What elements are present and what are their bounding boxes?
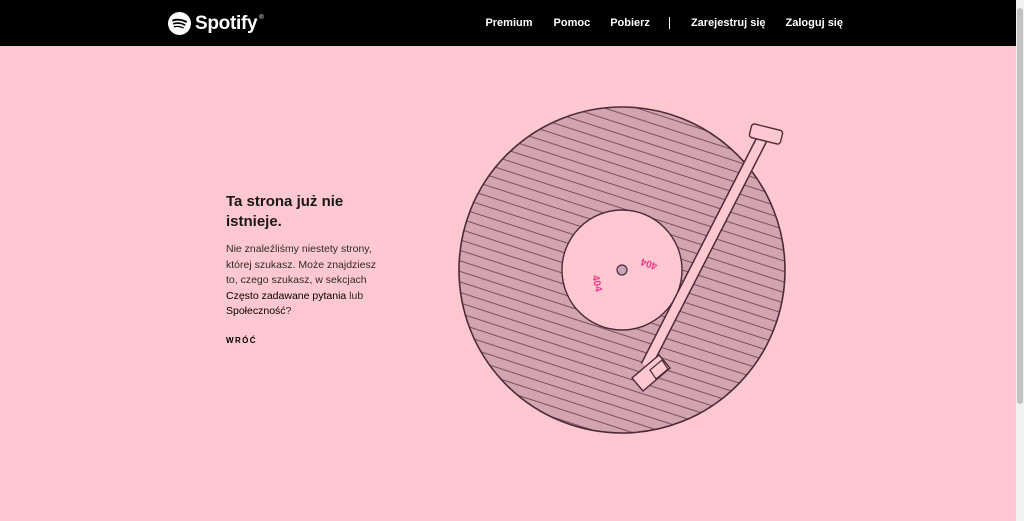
nav-divider <box>668 17 670 29</box>
community-link[interactable]: Społeczność <box>226 305 286 317</box>
record-spindle <box>616 264 628 276</box>
scrollbar-thumb[interactable] <box>1017 8 1023 404</box>
main-nav: Premium Pomoc Pobierz Zarejestruj się Za… <box>485 0 843 46</box>
vinyl-record-illustration: 404 404 <box>458 106 786 434</box>
nav-download-link[interactable]: Pobierz <box>610 17 650 29</box>
vertical-scrollbar[interactable] <box>1016 0 1024 521</box>
description-text-2: lub <box>346 289 364 302</box>
spotify-logo-icon <box>168 12 191 35</box>
nav-signup-link[interactable]: Zarejestruj się <box>691 17 766 29</box>
top-navigation-bar: Spotify ® Premium Pomoc Pobierz Zarejest… <box>0 0 1016 46</box>
faq-link[interactable]: Często zadawane pytania <box>226 290 346 302</box>
description-text-1: Nie znaleźliśmy niestety strony, której … <box>226 243 376 286</box>
logo-wordmark: Spotify <box>195 12 258 34</box>
page-title: Ta strona już nie istnieje. <box>226 193 344 230</box>
spotify-logo[interactable]: Spotify ® <box>168 12 264 35</box>
trademark-symbol: ® <box>259 15 264 21</box>
error-message-block: Ta strona już nie istnieje. Nie znaleźli… <box>226 192 386 320</box>
nav-help-link[interactable]: Pomoc <box>554 17 591 29</box>
back-link[interactable]: WRÓĆ <box>226 336 257 345</box>
description-text-3: ? <box>285 305 292 317</box>
nav-login-link[interactable]: Zaloguj się <box>786 17 843 29</box>
tonearm-counterweight <box>748 123 784 145</box>
nav-premium-link[interactable]: Premium <box>485 17 532 29</box>
error-description: Nie znaleźliśmy niestety strony, której … <box>226 242 386 320</box>
